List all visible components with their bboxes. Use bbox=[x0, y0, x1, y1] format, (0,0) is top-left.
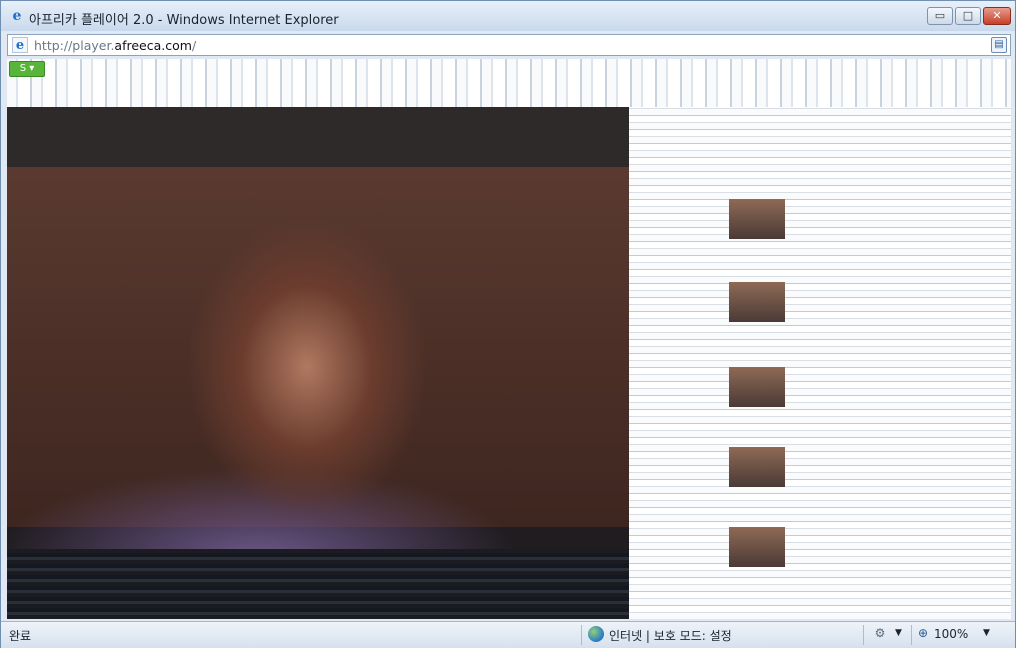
minimize-button[interactable]: ▭ bbox=[927, 7, 953, 25]
status-text: 완료 bbox=[9, 629, 32, 643]
address-bar[interactable]: e http://player.afreeca.com/ ▤ bbox=[7, 34, 1011, 56]
address-url[interactable]: http://player.afreeca.com/ bbox=[34, 38, 196, 53]
title-bar[interactable]: e 아프리카 플레이어 2.0 - Windows Internet Explo… bbox=[1, 1, 1015, 31]
chevron-down-icon[interactable]: ▼ bbox=[895, 628, 902, 638]
status-bar: 완료 인터넷 | 보호 모드: 설정 ⚙ ▼ ⊕ 100% ▼ bbox=[1, 621, 1015, 648]
player-toolbar-strip: S ▾ bbox=[7, 59, 1011, 107]
status-divider bbox=[911, 625, 912, 645]
chevron-down-icon[interactable]: ▼ bbox=[983, 628, 990, 638]
window-title: 아프리카 플레이어 2.0 - Windows Internet Explore… bbox=[29, 13, 339, 28]
browser-window: e 아프리카 플레이어 2.0 - Windows Internet Explo… bbox=[0, 0, 1016, 648]
player-menu-button[interactable]: S ▾ bbox=[9, 61, 45, 77]
url-suffix: / bbox=[191, 38, 197, 53]
close-button[interactable]: ✕ bbox=[983, 7, 1011, 25]
internet-explorer-icon[interactable]: e bbox=[9, 8, 25, 24]
url-prefix: http://player. bbox=[34, 38, 115, 53]
video-area[interactable] bbox=[7, 107, 629, 619]
maximize-button[interactable]: □ bbox=[955, 7, 981, 25]
video-control-bar[interactable] bbox=[7, 549, 629, 619]
status-divider bbox=[581, 625, 582, 645]
chat-side-panel[interactable] bbox=[629, 107, 1011, 619]
security-zone-text[interactable]: 인터넷 | 보호 모드: 설정 bbox=[609, 627, 732, 644]
internet-zone-globe-icon[interactable] bbox=[588, 626, 604, 642]
zoom-level[interactable]: 100% bbox=[934, 627, 968, 641]
url-domain: afreeca.com bbox=[114, 38, 192, 53]
broadcast-thumbnail[interactable] bbox=[729, 367, 785, 407]
status-divider bbox=[863, 625, 864, 645]
page-icon: e bbox=[12, 37, 28, 53]
broadcast-thumbnail[interactable] bbox=[729, 282, 785, 322]
zoom-magnifier-icon[interactable]: ⊕ bbox=[918, 626, 928, 640]
compatibility-view-icon[interactable]: ▤ bbox=[991, 37, 1007, 53]
security-icon[interactable]: ⚙ bbox=[871, 626, 889, 642]
broadcast-thumbnail[interactable] bbox=[729, 447, 785, 487]
broadcast-thumbnail[interactable] bbox=[729, 199, 785, 239]
broadcast-thumbnail[interactable] bbox=[729, 527, 785, 567]
player-content[interactable]: S ▾ bbox=[7, 59, 1011, 619]
